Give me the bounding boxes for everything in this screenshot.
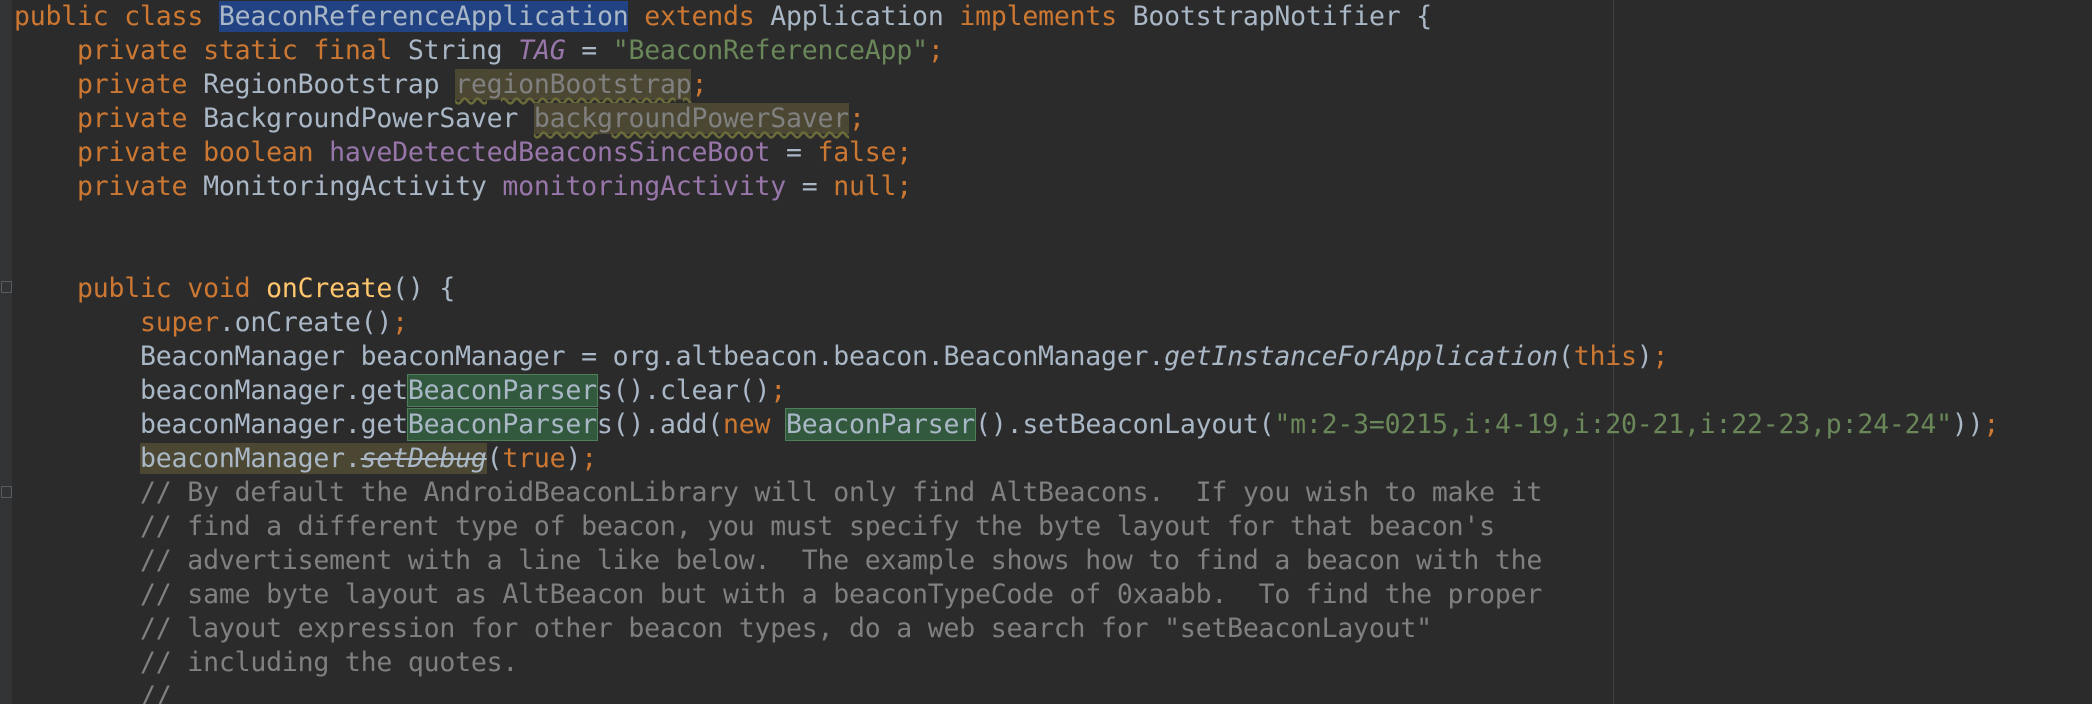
code-line[interactable] (14, 204, 2092, 238)
code-line[interactable]: // find a different type of beacon, you … (14, 510, 2092, 544)
editor-gutter[interactable] (0, 0, 12, 704)
code-line[interactable]: beaconManager.setDebug(true); (14, 442, 2092, 476)
code-line[interactable]: beaconManager.getBeaconParsers().add(new… (14, 408, 2092, 442)
code-area[interactable]: public class BeaconReferenceApplication … (14, 0, 2092, 704)
code-line[interactable]: // advertisement with a line like below.… (14, 544, 2092, 578)
code-line[interactable]: private boolean haveDetectedBeaconsSince… (14, 136, 2092, 170)
code-editor[interactable]: public class BeaconReferenceApplication … (0, 0, 2092, 704)
code-line[interactable]: private MonitoringActivity monitoringAct… (14, 170, 2092, 204)
code-line[interactable]: private static final String TAG = "Beaco… (14, 34, 2092, 68)
code-line[interactable]: private BackgroundPowerSaver backgroundP… (14, 102, 2092, 136)
code-line[interactable]: private RegionBootstrap regionBootstrap; (14, 68, 2092, 102)
code-line[interactable]: beaconManager.getBeaconParsers().clear()… (14, 374, 2092, 408)
code-line[interactable]: // layout expression for other beacon ty… (14, 612, 2092, 646)
code-line[interactable]: super.onCreate(); (14, 306, 2092, 340)
fold-toggle-icon[interactable] (1, 281, 12, 293)
code-line[interactable]: public void onCreate() { (14, 272, 2092, 306)
code-line[interactable]: // By default the AndroidBeaconLibrary w… (14, 476, 2092, 510)
code-line[interactable]: // (14, 680, 2092, 704)
code-line[interactable]: public class BeaconReferenceApplication … (14, 0, 2092, 34)
code-line[interactable]: // same byte layout as AltBeacon but wit… (14, 578, 2092, 612)
code-line[interactable]: // including the quotes. (14, 646, 2092, 680)
fold-toggle-icon[interactable] (1, 486, 12, 498)
code-line[interactable]: BeaconManager beaconManager = org.altbea… (14, 340, 2092, 374)
code-line[interactable] (14, 238, 2092, 272)
